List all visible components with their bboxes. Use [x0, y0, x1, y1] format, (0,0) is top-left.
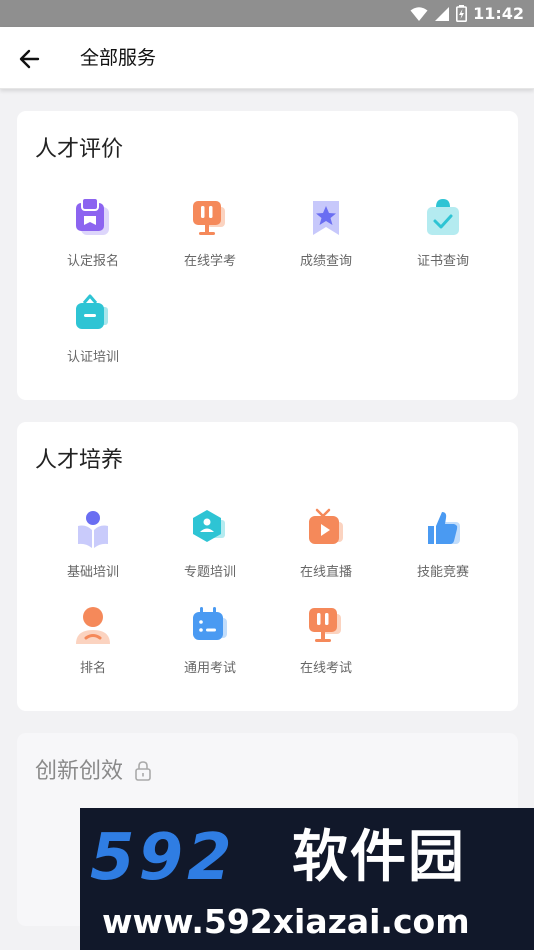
service-item-certificate-query[interactable]: 证书查询: [388, 195, 498, 271]
item-label: 证书查询: [416, 254, 469, 269]
section-title: 人才培养: [35, 448, 124, 473]
service-item-skill-competition[interactable]: 技能竞赛: [388, 506, 498, 582]
exam-board-icon: [309, 608, 341, 642]
calendar-exam-icon: [193, 607, 227, 640]
live-tv-icon: [309, 508, 343, 544]
status-bar: 11:42: [0, 0, 534, 27]
watermark-url: www.592xiazai.com: [102, 902, 470, 941]
watermark-name: 软件园: [292, 825, 466, 890]
certificate-icon: [427, 199, 459, 235]
signal-icon: [435, 6, 450, 21]
item-label: 在线直播: [299, 565, 352, 580]
section-talent-cultivation: 人才培养 基础培训 专题培训 在线直播 技能竞赛 排名 通用考试 在线考试: [17, 422, 518, 711]
service-item-topic-training[interactable]: 专题培训: [155, 506, 265, 582]
battery-icon: [456, 5, 468, 22]
watermark-number: 592: [90, 821, 236, 895]
service-item-basic-training[interactable]: 基础培训: [38, 506, 148, 582]
thumbs-up-icon: [428, 512, 460, 544]
item-label: 排名: [79, 661, 106, 676]
service-item-online-study-exam[interactable]: 在线学考: [155, 195, 265, 271]
wifi-icon: [410, 6, 428, 21]
status-icons: 11:42: [410, 4, 524, 23]
service-item-certified-training[interactable]: 认证培训: [38, 291, 148, 367]
item-label: 认定报名: [66, 254, 119, 269]
section-talent-evaluation: 人才评价 认定报名 在线学考 成绩查询 证书查询 认证培训: [17, 111, 518, 400]
item-label: 在线考试: [299, 661, 352, 676]
section-title: 创新创效: [35, 759, 124, 784]
service-item-general-exam[interactable]: 通用考试: [155, 602, 265, 678]
section-title: 人才评价: [35, 137, 124, 162]
service-item-live-stream[interactable]: 在线直播: [271, 506, 381, 582]
service-item-register[interactable]: 认定报名: [38, 195, 148, 271]
service-item-online-exam[interactable]: 在线考试: [271, 602, 381, 678]
item-label: 基础培训: [66, 565, 119, 580]
topic-hexagon-icon: [193, 510, 225, 542]
page-title: 全部服务: [80, 47, 157, 69]
person-book-icon: [78, 511, 108, 548]
score-bookmark-icon: [313, 201, 339, 235]
register-icon: [76, 197, 109, 235]
service-item-score-query[interactable]: 成绩查询: [271, 195, 381, 271]
item-label: 成绩查询: [299, 254, 352, 269]
app-bar: 全部服务: [0, 27, 534, 89]
training-bag-icon: [76, 294, 108, 329]
watermark-logo: 592 软件园 www.592xiazai.com: [80, 808, 534, 950]
arrow-left-icon[interactable]: [16, 45, 44, 73]
online-exam-icon: [193, 201, 225, 235]
service-item-ranking[interactable]: 排名: [38, 602, 148, 678]
lock-icon: [135, 761, 151, 781]
item-label: 认证培训: [66, 350, 119, 365]
item-label: 通用考试: [183, 661, 236, 676]
item-label: 技能竞赛: [416, 565, 469, 580]
status-time: 11:42: [473, 4, 524, 23]
item-label: 专题培训: [183, 565, 236, 580]
ranking-person-icon: [76, 607, 110, 644]
item-label: 在线学考: [183, 254, 236, 269]
